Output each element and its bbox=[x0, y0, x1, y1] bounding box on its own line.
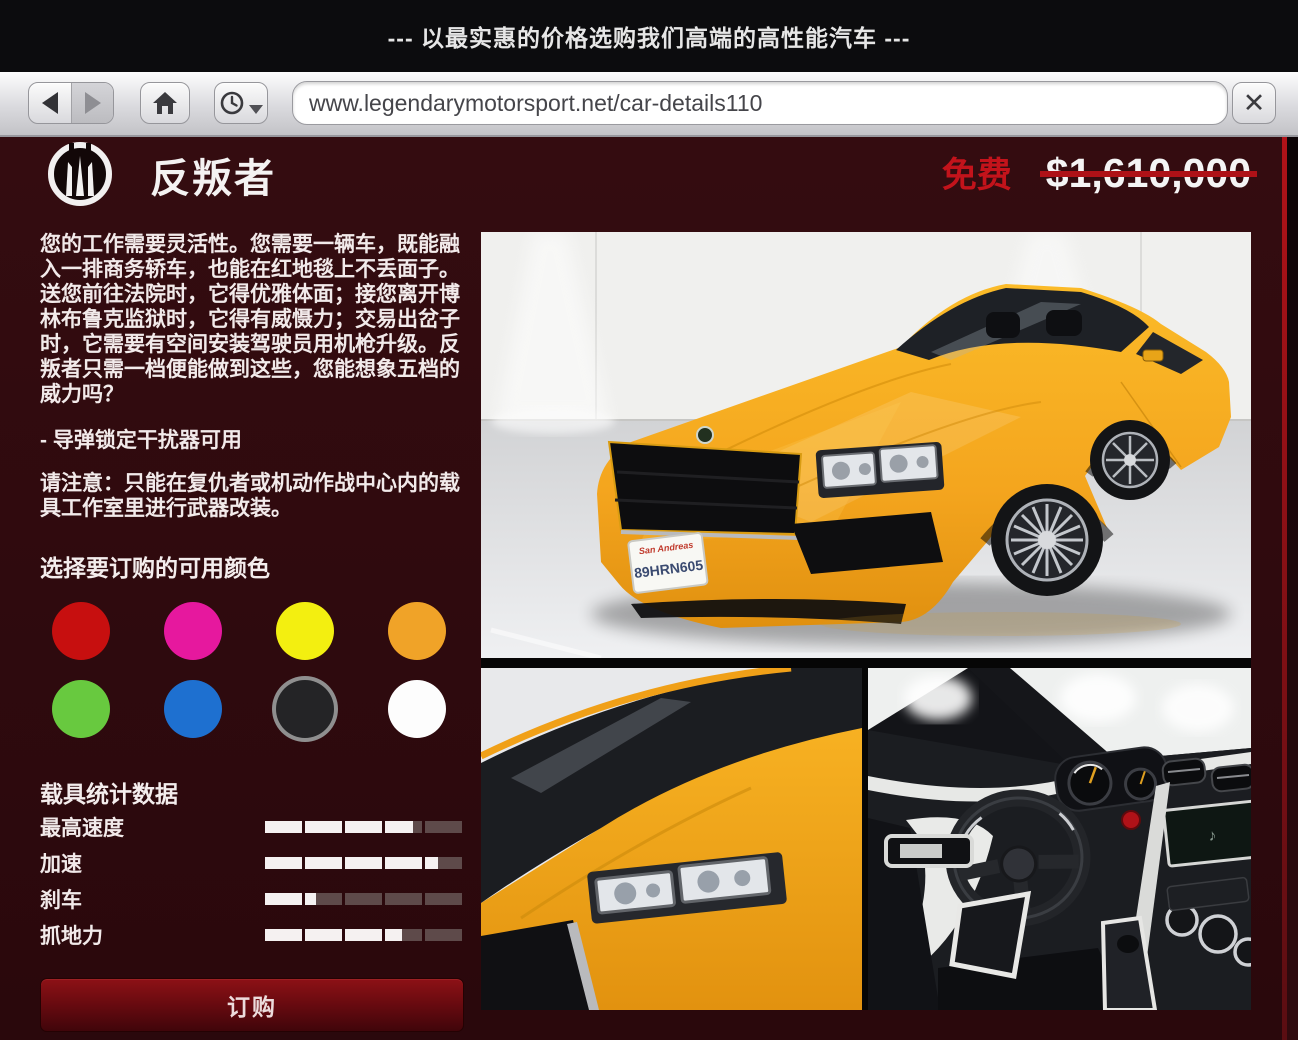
color-swatch-grid bbox=[52, 602, 472, 738]
close-icon: ✕ bbox=[1242, 87, 1266, 118]
vehicle-gallery: San Andreas 89HRN605 ♪ bbox=[481, 232, 1251, 1010]
stat-bar-segment bbox=[265, 893, 302, 905]
stat-label: 刹车 bbox=[40, 889, 82, 912]
color-section-title: 选择要订购的可用颜色 bbox=[40, 555, 270, 581]
stat-row: 最高速度 bbox=[40, 809, 465, 845]
site-tagline: --- 以最实惠的价格选购我们高端的高性能汽车 --- bbox=[387, 25, 911, 51]
car-details-page: 反叛者 免费 $1,610,000 您的工作需要灵活性。您需要一辆车，既能融入一… bbox=[0, 137, 1298, 1040]
center-screen: ♪ bbox=[1162, 799, 1251, 868]
color-swatch-orange[interactable] bbox=[388, 602, 446, 660]
price-strikethrough bbox=[1039, 171, 1258, 178]
stat-bar-segment bbox=[305, 821, 342, 833]
stat-bar-segment bbox=[425, 893, 462, 905]
color-swatch-green[interactable] bbox=[52, 680, 110, 738]
clock-icon bbox=[220, 91, 244, 115]
vehicle-name: 反叛者 bbox=[150, 157, 276, 201]
stat-bar-segment bbox=[345, 893, 382, 905]
color-swatch-yellow[interactable] bbox=[276, 602, 334, 660]
color-swatch-white[interactable] bbox=[388, 680, 446, 738]
nav-buttons bbox=[28, 82, 114, 124]
stat-bar-segment bbox=[425, 821, 462, 833]
stat-label: 抓地力 bbox=[40, 925, 103, 948]
page-edge-strip bbox=[1287, 137, 1298, 1040]
color-swatch-blue[interactable] bbox=[164, 680, 222, 738]
order-button[interactable]: 订购 bbox=[40, 978, 464, 1032]
stat-bar-segment bbox=[305, 857, 342, 869]
stat-bar-segment bbox=[345, 857, 382, 869]
history-caret-icon bbox=[249, 104, 263, 114]
stat-bar-segment bbox=[385, 857, 422, 869]
browser-window: --- 以最实惠的价格选购我们高端的高性能汽车 --- www.legendar… bbox=[0, 0, 1298, 1040]
price-block: 免费 $1,610,000 bbox=[941, 147, 1258, 198]
history-button[interactable] bbox=[214, 82, 268, 124]
warning-note: 请注意：只能在复仇者或机动作战中心内的载具工作室里进行武器改装。 bbox=[40, 472, 460, 520]
close-button[interactable]: ✕ bbox=[1232, 82, 1276, 124]
stats-list: 最高速度加速刹车抓地力 bbox=[40, 809, 465, 953]
stat-bar-segment bbox=[265, 857, 302, 869]
color-swatch-red[interactable] bbox=[52, 602, 110, 660]
stat-bar-segment bbox=[425, 857, 462, 869]
address-bar[interactable]: www.legendarymotorsport.net/car-details1… bbox=[292, 81, 1228, 125]
forward-icon bbox=[84, 92, 101, 114]
stat-bar bbox=[265, 821, 462, 833]
stat-row: 加速 bbox=[40, 845, 465, 881]
main-car-image: San Andreas 89HRN605 bbox=[481, 232, 1251, 658]
stat-bar-segment bbox=[385, 821, 422, 833]
site-tagline-bar: --- 以最实惠的价格选购我们高端的高性能汽车 --- bbox=[0, 0, 1298, 72]
stat-bar-segment bbox=[345, 821, 382, 833]
forward-button[interactable] bbox=[71, 83, 113, 123]
vehicle-description: 您的工作需要灵活性。您需要一辆车，既能融入一排商务轿车，也能在红地毯上不丢面子。… bbox=[40, 233, 460, 406]
stat-bar-segment bbox=[305, 929, 342, 941]
price-free-label: 免费 bbox=[941, 156, 1012, 195]
stat-bar bbox=[265, 857, 462, 869]
front-closeup-image bbox=[481, 668, 862, 1010]
stat-bar bbox=[265, 929, 462, 941]
home-button[interactable] bbox=[140, 82, 190, 124]
order-button-label: 订购 bbox=[227, 994, 277, 1020]
home-icon bbox=[153, 92, 177, 114]
feature-note: - 导弹锁定干扰器可用 bbox=[40, 429, 242, 452]
price-original: $1,610,000 bbox=[1039, 150, 1258, 197]
color-swatch-black[interactable] bbox=[276, 680, 334, 738]
stat-label: 最高速度 bbox=[40, 817, 124, 840]
stat-bar bbox=[265, 893, 462, 905]
back-button[interactable] bbox=[29, 83, 71, 123]
brand-logo-icon bbox=[48, 142, 112, 206]
stat-bar-segment bbox=[265, 929, 302, 941]
stat-row: 抓地力 bbox=[40, 917, 465, 953]
interior-image: ♪ bbox=[868, 668, 1251, 1010]
door-handle bbox=[884, 834, 974, 868]
stat-row: 刹车 bbox=[40, 881, 465, 917]
stat-bar-segment bbox=[425, 929, 462, 941]
color-swatch-magenta[interactable] bbox=[164, 602, 222, 660]
stats-section-title: 载具统计数据 bbox=[40, 781, 178, 807]
stat-bar-segment bbox=[385, 929, 422, 941]
browser-toolbar: www.legendarymotorsport.net/car-details1… bbox=[0, 72, 1298, 137]
stat-bar-segment bbox=[305, 893, 342, 905]
stat-label: 加速 bbox=[40, 853, 82, 876]
license-plate: San Andreas 89HRN605 bbox=[627, 532, 709, 594]
url-text: www.legendarymotorsport.net/car-details1… bbox=[309, 89, 763, 116]
back-icon bbox=[42, 92, 58, 114]
stat-bar-segment bbox=[345, 929, 382, 941]
headlights bbox=[815, 442, 945, 498]
stat-bar-segment bbox=[265, 821, 302, 833]
stat-bar-segment bbox=[385, 893, 422, 905]
